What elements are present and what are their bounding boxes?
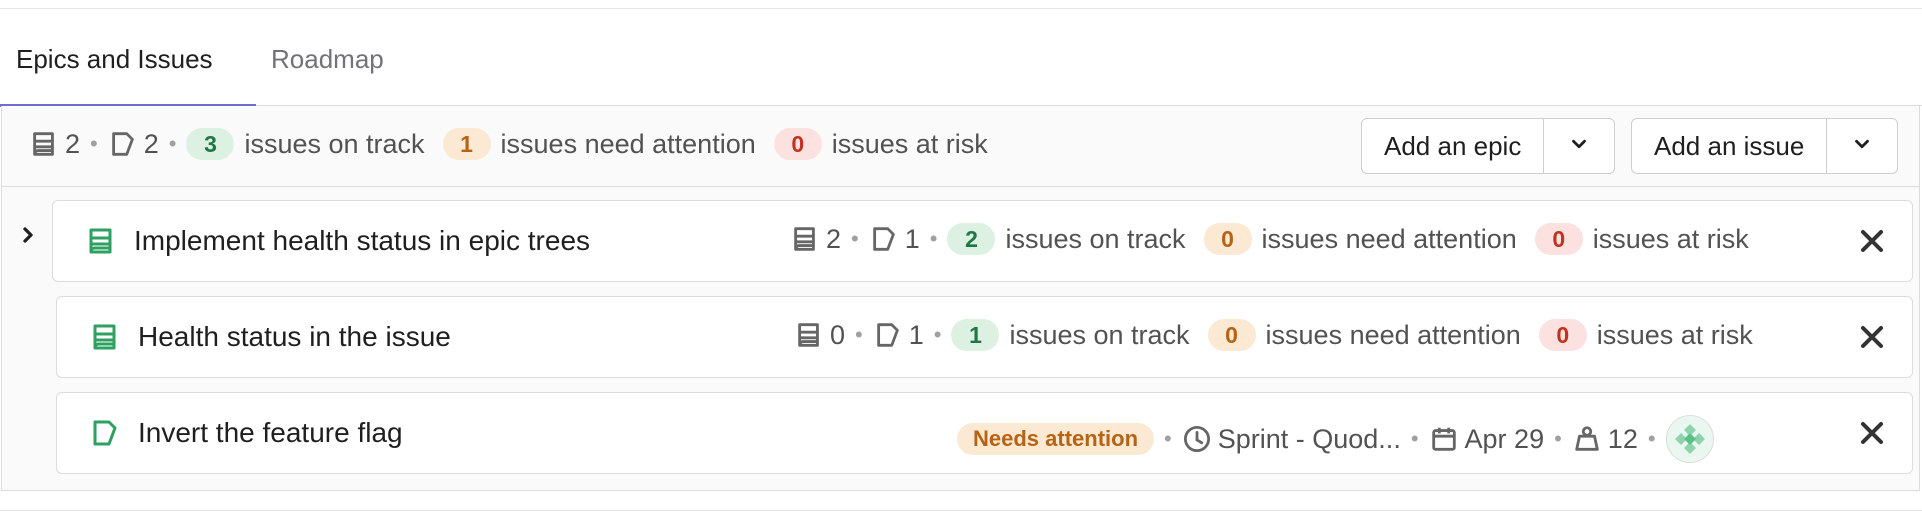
epic-icon bbox=[794, 320, 824, 350]
top-divider bbox=[0, 8, 1922, 9]
attention-count: 1 bbox=[442, 128, 491, 160]
separator-dot: • bbox=[933, 322, 942, 347]
at-risk-label: issues at risk bbox=[1592, 223, 1749, 254]
separator-dot: • bbox=[90, 131, 98, 156]
remove-item-button[interactable] bbox=[1854, 415, 1890, 451]
epic-icon bbox=[790, 224, 820, 254]
clock-icon bbox=[1182, 424, 1212, 454]
tree-item-epic[interactable]: Implement health status in epic trees 2 … bbox=[52, 200, 1913, 282]
attention-label: issues need attention bbox=[500, 128, 756, 159]
expand-toggle[interactable] bbox=[16, 223, 40, 247]
tab-epics-and-issues[interactable]: Epics and Issues bbox=[16, 43, 213, 75]
calendar-icon bbox=[1429, 424, 1459, 454]
epic-icon bbox=[89, 321, 121, 353]
add-epic-button-group: Add an epic bbox=[1361, 118, 1616, 174]
summary-bar: 2 • 2 • 3 issues on track 1 issues need … bbox=[2, 106, 1919, 187]
attention-count: 0 bbox=[1203, 223, 1252, 255]
item-stats: 2 • 1 • 2 issues on track 0 issues need … bbox=[790, 223, 1767, 255]
separator-dot: • bbox=[1410, 426, 1419, 451]
issue-count: 1 bbox=[904, 223, 920, 254]
on-track-label: issues on track bbox=[244, 128, 425, 159]
weight-value: 12 bbox=[1607, 423, 1638, 454]
on-track-count: 1 bbox=[951, 319, 1000, 351]
epic-icon bbox=[85, 225, 117, 257]
item-title[interactable]: Invert the feature flag bbox=[138, 393, 403, 473]
remove-item-button[interactable] bbox=[1854, 319, 1890, 355]
at-risk-count: 0 bbox=[773, 128, 822, 160]
chevron-down-icon bbox=[1568, 133, 1590, 160]
milestone-label[interactable]: Sprint - Quod... bbox=[1218, 424, 1401, 455]
on-track-label: issues on track bbox=[1009, 319, 1190, 350]
epic-count: 0 bbox=[830, 319, 846, 350]
attention-count: 0 bbox=[1207, 319, 1256, 351]
bottom-divider bbox=[0, 510, 1922, 511]
issue-meta: Needs attention • Sprint - Quod... • Apr… bbox=[957, 415, 1714, 463]
attention-label: issues need attention bbox=[1265, 319, 1521, 350]
tree-item-issue[interactable]: Invert the feature flag Needs attention … bbox=[56, 392, 1913, 474]
assignee-avatar[interactable] bbox=[1665, 415, 1714, 463]
summary-stats: 2 • 2 • 3 issues on track 1 issues need … bbox=[29, 128, 1006, 160]
weight-icon bbox=[1572, 424, 1602, 454]
tree-item-epic[interactable]: Health status in the issue 0 • 1 • 1 iss… bbox=[56, 296, 1913, 378]
at-risk-label: issues at risk bbox=[1596, 319, 1753, 350]
on-track-count: 3 bbox=[186, 128, 235, 160]
close-icon bbox=[1854, 319, 1890, 355]
issue-icon bbox=[89, 417, 121, 449]
close-icon bbox=[1854, 223, 1890, 259]
health-status-badge: Needs attention bbox=[957, 423, 1155, 455]
issue-count: 2 bbox=[143, 128, 159, 159]
epic-icon bbox=[29, 129, 59, 159]
at-risk-count: 0 bbox=[1538, 319, 1587, 351]
on-track-count: 2 bbox=[947, 223, 996, 255]
epic-count: 2 bbox=[826, 223, 842, 254]
item-title[interactable]: Implement health status in epic trees bbox=[134, 201, 590, 281]
attention-label: issues need attention bbox=[1261, 223, 1517, 254]
add-epic-dropdown-toggle[interactable] bbox=[1544, 119, 1614, 173]
chevron-right-icon bbox=[16, 227, 40, 251]
item-title[interactable]: Health status in the issue bbox=[138, 297, 451, 377]
issue-count: 1 bbox=[908, 319, 924, 350]
add-issue-dropdown-toggle[interactable] bbox=[1827, 119, 1897, 173]
separator-dot: • bbox=[851, 226, 859, 251]
separator-dot: • bbox=[929, 226, 938, 251]
chevron-down-icon bbox=[1851, 133, 1873, 160]
epic-count: 2 bbox=[65, 128, 81, 159]
tab-bar: Epics and Issues Roadmap bbox=[0, 10, 1922, 107]
close-icon bbox=[1854, 415, 1890, 451]
add-epic-button[interactable]: Add an epic bbox=[1362, 119, 1545, 173]
at-risk-count: 0 bbox=[1534, 223, 1583, 255]
separator-dot: • bbox=[1647, 426, 1656, 451]
separator-dot: • bbox=[1554, 426, 1562, 451]
tab-roadmap[interactable]: Roadmap bbox=[271, 43, 384, 75]
separator-dot: • bbox=[168, 131, 177, 156]
separator-dot: • bbox=[855, 322, 863, 347]
issue-icon bbox=[873, 320, 903, 350]
add-issue-button-group: Add an issue bbox=[1631, 118, 1899, 174]
separator-dot: • bbox=[1164, 426, 1172, 451]
on-track-label: issues on track bbox=[1005, 223, 1186, 254]
due-date: Apr 29 bbox=[1464, 423, 1545, 454]
at-risk-label: issues at risk bbox=[831, 128, 988, 159]
issue-icon bbox=[869, 224, 899, 254]
tree-panel: 2 • 2 • 3 issues on track 1 issues need … bbox=[1, 106, 1920, 491]
add-issue-button[interactable]: Add an issue bbox=[1632, 119, 1828, 173]
issue-icon bbox=[108, 129, 138, 159]
remove-item-button[interactable] bbox=[1854, 223, 1890, 259]
item-stats: 0 • 1 • 1 issues on track 0 issues need … bbox=[794, 319, 1771, 351]
